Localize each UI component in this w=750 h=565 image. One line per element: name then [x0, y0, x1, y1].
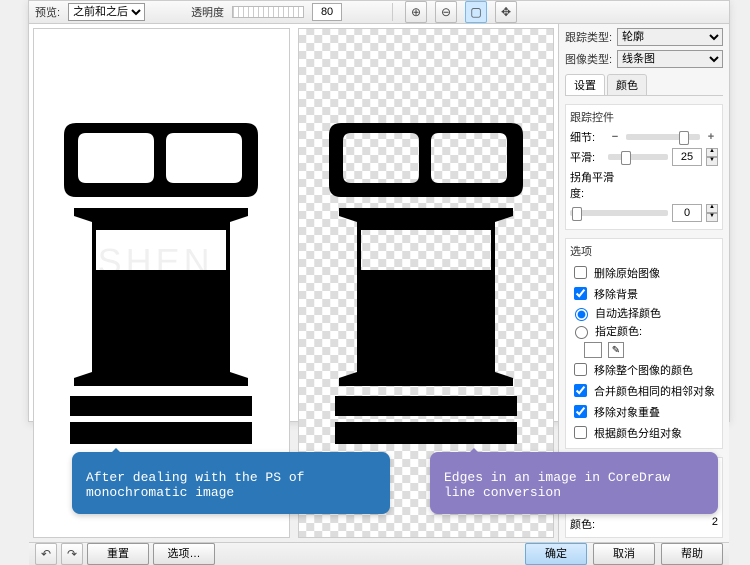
ok-button[interactable]: 确定	[525, 543, 587, 565]
callout-left: After dealing with the PS of monochromat…	[72, 452, 390, 514]
eyedropper-icon[interactable]: ✎	[608, 342, 624, 358]
opacity-slider[interactable]	[232, 6, 304, 18]
options-button[interactable]: 选项…	[153, 543, 215, 565]
tab-color[interactable]: 颜色	[607, 74, 647, 95]
undo-icon[interactable]: ↶	[35, 543, 57, 565]
image-type-dropdown[interactable]: 线条图	[617, 50, 723, 68]
smooth-value[interactable]: 25	[672, 148, 702, 166]
lbl-group-by-color: 根据颜色分组对象	[594, 425, 682, 441]
smooth-label: 平滑:	[570, 149, 604, 165]
corner-spinner[interactable]: ▲▼	[706, 204, 718, 222]
preview-mode-dropdown[interactable]: 之前和之后	[68, 3, 145, 21]
options-header: 选项	[570, 243, 718, 259]
callout-left-text: After dealing with the PS of monochromat…	[86, 470, 304, 500]
stat-colors-label: 颜色:	[570, 516, 595, 532]
lbl-auto-color: 自动选择颜色	[595, 305, 661, 321]
reset-button[interactable]: 重置	[87, 543, 149, 565]
help-button[interactable]: 帮助	[661, 543, 723, 565]
chk-merge-similar[interactable]	[574, 384, 587, 397]
trace-controls-header: 跟踪控件	[570, 109, 718, 125]
lbl-remove-image-color: 移除整个图像的颜色	[594, 362, 693, 378]
cancel-button[interactable]: 取消	[593, 543, 655, 565]
lbl-specify-color: 指定颜色:	[595, 323, 642, 339]
bottom-bar: ↶ ↷ 重置 选项… 确定 取消 帮助	[29, 542, 729, 565]
smooth-slider[interactable]	[608, 154, 668, 160]
image-type-label: 图像类型:	[565, 51, 613, 67]
preview-label: 预览:	[35, 4, 60, 20]
color-swatch[interactable]	[584, 342, 602, 358]
minus-icon[interactable]: −	[608, 131, 622, 143]
lbl-remove-bg: 移除背景	[594, 286, 638, 302]
callout-right-text: Edges in an image in CoreDraw line conve…	[444, 470, 670, 500]
radio-specify-color[interactable]	[575, 326, 588, 339]
detail-label: 细节:	[570, 129, 604, 145]
chk-delete-original[interactable]	[574, 266, 587, 279]
trace-type-label: 跟踪类型:	[565, 29, 613, 45]
zoom-out-icon[interactable]: ⊖	[435, 1, 457, 23]
callout-right: Edges in an image in CoreDraw line conve…	[430, 452, 718, 514]
redo-icon[interactable]: ↷	[61, 543, 83, 565]
lbl-remove-overlap: 移除对象重叠	[594, 404, 660, 420]
chk-group-by-color[interactable]	[574, 426, 587, 439]
fit-icon[interactable]: ▢	[465, 1, 487, 23]
lbl-delete-original: 删除原始图像	[594, 265, 660, 281]
opacity-label: 透明度	[191, 4, 224, 20]
zoom-in-icon[interactable]: ⊕	[405, 1, 427, 23]
chk-remove-overlap[interactable]	[574, 405, 587, 418]
smooth-spinner[interactable]: ▲▼	[706, 148, 718, 166]
detail-slider[interactable]	[626, 134, 700, 140]
lbl-merge-similar: 合并颜色相同的相邻对象	[594, 383, 715, 399]
trace-type-dropdown[interactable]: 轮廓	[617, 28, 723, 46]
pan-icon[interactable]: ✥	[495, 1, 517, 23]
options-group: 选项 删除原始图像 移除背景 自动选择颜色 指定颜色: ✎ 移除整个图像的颜色 …	[565, 238, 723, 449]
chk-remove-bg[interactable]	[574, 287, 587, 300]
opacity-value[interactable]: 80	[312, 3, 342, 21]
plus-icon[interactable]: +	[704, 131, 718, 143]
corner-value[interactable]: 0	[672, 204, 702, 222]
tab-settings[interactable]: 设置	[565, 74, 605, 95]
corner-slider[interactable]	[570, 210, 668, 216]
top-toolbar: 预览: 之前和之后 透明度 80 ⊕ ⊖ ▢ ✥	[29, 1, 729, 24]
opacity-track[interactable]	[232, 6, 304, 18]
stat-colors-value: 2	[712, 516, 718, 532]
chk-remove-image-color[interactable]	[574, 363, 587, 376]
trace-controls-group: 跟踪控件 细节: − + 平滑: 25 ▲▼ 拐角平滑度:	[565, 104, 723, 230]
radio-auto-color[interactable]	[575, 308, 588, 321]
corner-label: 拐角平滑度:	[570, 169, 628, 201]
tabs: 设置 颜色	[565, 74, 723, 96]
app-window: 预览: 之前和之后 透明度 80 ⊕ ⊖ ▢ ✥ SHEN	[28, 0, 730, 422]
